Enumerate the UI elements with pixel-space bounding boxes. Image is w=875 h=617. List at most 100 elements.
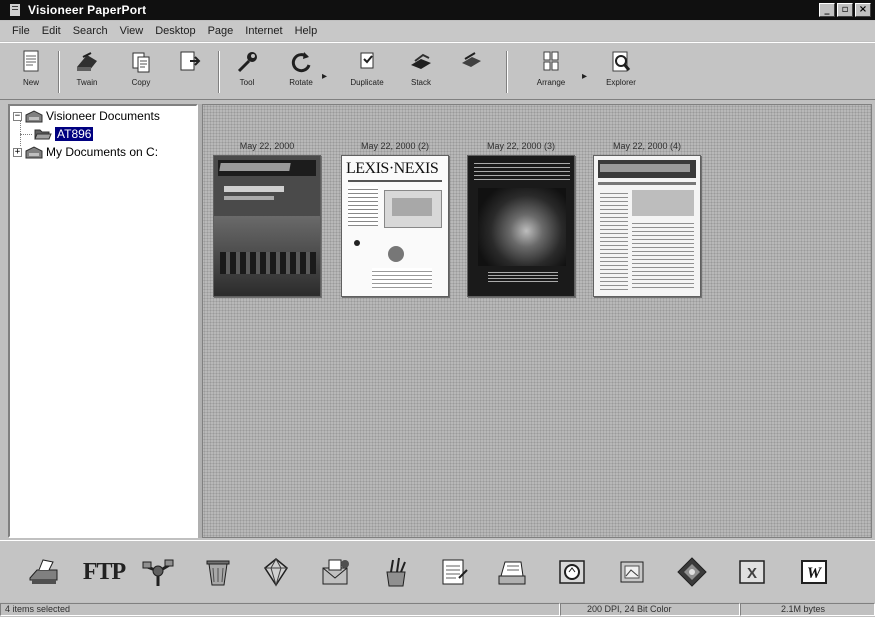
twain-button[interactable]: Twain xyxy=(66,49,108,87)
close-button[interactable]: × xyxy=(855,3,871,17)
new-button[interactable]: New xyxy=(10,49,52,87)
arrange-icon xyxy=(543,51,559,71)
menu-help[interactable]: Help xyxy=(289,25,324,37)
document-page-image[interactable] xyxy=(593,155,701,297)
status-bar: 4 items selected 200 DPI, 24 Bit Color 2… xyxy=(0,602,875,617)
menu-edit[interactable]: Edit xyxy=(36,25,67,37)
send-to-gem[interactable] xyxy=(258,555,294,589)
send-to-network[interactable] xyxy=(140,555,176,589)
excel-letter: X xyxy=(747,565,757,582)
document-label: May 22, 2000 (4) xyxy=(612,141,682,151)
tree-item-at896[interactable]: AT896 xyxy=(34,127,94,141)
document-page-image[interactable] xyxy=(467,155,575,297)
import-icon xyxy=(180,51,201,71)
explorer-button[interactable]: Explorer xyxy=(600,49,642,87)
send-to-recycle[interactable] xyxy=(200,555,236,589)
tree-item-my-documents[interactable]: + My Documents on C: xyxy=(13,145,158,159)
send-to-email[interactable] xyxy=(318,555,354,589)
duplicate-button[interactable]: Duplicate xyxy=(346,49,388,87)
toolbar-separator xyxy=(58,51,60,93)
rotate-button[interactable]: Rotate xyxy=(280,49,322,87)
expand-icon[interactable]: + xyxy=(13,147,22,157)
tree-label: Visioneer Documents xyxy=(46,109,160,123)
new-page-icon xyxy=(23,50,39,72)
menu-desktop[interactable]: Desktop xyxy=(149,25,201,37)
tree-label: My Documents on C: xyxy=(46,145,159,159)
send-to-notepad[interactable] xyxy=(436,555,472,589)
image-viewer-icon xyxy=(620,561,644,583)
cabinet-icon xyxy=(25,110,43,123)
document-masthead: LEXIS·NEXIS xyxy=(346,160,439,177)
send-to-fax[interactable] xyxy=(494,555,530,589)
duplicate-button-label: Duplicate xyxy=(350,78,384,87)
rotate-dropdown-icon[interactable]: ▸ xyxy=(322,71,327,82)
duplicate-icon xyxy=(360,52,374,69)
tree-item-visioneer-documents[interactable]: − Visioneer Documents xyxy=(13,109,160,123)
toolbar-separator xyxy=(218,51,220,93)
folder-tree[interactable]: − Visioneer Documents AT896 + My Documen… xyxy=(8,104,198,538)
scanner-printer-icon xyxy=(29,559,58,584)
menu-search[interactable]: Search xyxy=(67,25,114,37)
arrange-button[interactable]: Arrange xyxy=(530,49,572,87)
paint-icon xyxy=(386,557,406,587)
document-label: May 22, 2000 (2) xyxy=(360,141,430,151)
document-thumbnail[interactable]: May 22, 2000 (3) xyxy=(465,141,577,297)
word-letter: W xyxy=(807,565,823,582)
collapse-icon[interactable]: − xyxy=(13,111,22,121)
new-button-label: New xyxy=(22,78,39,87)
notepad-icon xyxy=(442,559,468,585)
menu-page[interactable]: Page xyxy=(202,25,240,37)
status-dpi: 200 DPI, 24 Bit Color xyxy=(560,603,740,616)
document-thumbnail[interactable]: May 22, 2000 xyxy=(211,141,323,297)
send-to-bar: FTP X W xyxy=(0,540,875,602)
scanner-icon xyxy=(77,52,97,71)
app-icon[interactable] xyxy=(8,3,22,17)
toolbar: New Twain Copy Tool Rotate ▸ Duplicate S… xyxy=(0,42,875,100)
status-selection: 4 items selected xyxy=(0,603,560,616)
paperport-desktop[interactable]: May 22, 2000 May 22, 2000 (2) LEXIS·NEXI… xyxy=(202,104,872,538)
unstack-icon xyxy=(462,52,481,67)
tree-connector xyxy=(20,120,21,146)
copy-icon xyxy=(132,52,150,73)
menu-view[interactable]: View xyxy=(114,25,150,37)
twain-button-label: Twain xyxy=(76,78,98,87)
unstack-button[interactable] xyxy=(450,49,492,78)
stack-icon xyxy=(411,53,431,69)
rotate-icon xyxy=(291,52,311,73)
explorer-icon xyxy=(612,51,631,72)
arrange-button-label: Arrange xyxy=(536,78,566,87)
window-title: Visioneer PaperPort xyxy=(28,3,147,17)
cabinet-icon xyxy=(25,146,43,159)
network-icon xyxy=(142,559,174,586)
send-to-excel[interactable]: X xyxy=(734,555,770,589)
minimize-button[interactable]: _ xyxy=(819,3,835,17)
ocr-icon xyxy=(559,560,585,584)
document-thumbnail[interactable]: May 22, 2000 (2) LEXIS·NEXIS xyxy=(339,141,451,297)
send-to-paint[interactable] xyxy=(378,555,414,589)
menu-internet[interactable]: Internet xyxy=(239,25,288,37)
send-to-ftp[interactable]: FTP xyxy=(83,555,126,589)
import-button[interactable] xyxy=(168,49,210,78)
open-folder-icon xyxy=(34,129,52,140)
fax-icon xyxy=(498,561,526,585)
send-to-word[interactable]: W xyxy=(796,555,832,589)
status-size: 2.1M bytes xyxy=(740,603,875,616)
send-to-photo-editor[interactable] xyxy=(674,555,710,589)
send-to-image-viewer[interactable] xyxy=(614,555,650,589)
email-icon xyxy=(322,559,349,585)
tool-button-label: Tool xyxy=(239,78,255,87)
tree-connector xyxy=(20,134,32,135)
menu-file[interactable]: File xyxy=(6,25,36,37)
document-page-image[interactable]: LEXIS·NEXIS xyxy=(341,155,449,297)
maximize-button[interactable]: ▫ xyxy=(837,3,853,17)
document-thumbnail[interactable]: May 22, 2000 (4) xyxy=(591,141,703,297)
copy-button[interactable]: Copy xyxy=(120,49,162,87)
stack-button[interactable]: Stack xyxy=(400,49,442,87)
tool-button[interactable]: Tool xyxy=(226,49,268,87)
send-to-scanner-printer[interactable] xyxy=(26,555,62,589)
send-to-ocr[interactable] xyxy=(554,555,590,589)
gem-icon xyxy=(264,557,288,587)
document-page-image[interactable] xyxy=(213,155,321,297)
tree-label-selected: AT896 xyxy=(55,127,94,141)
arrange-dropdown-icon[interactable]: ▸ xyxy=(582,71,587,82)
